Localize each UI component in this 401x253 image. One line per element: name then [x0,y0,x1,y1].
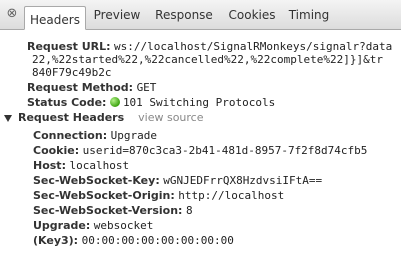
header-name: Cookie: [33,144,80,157]
status-code-value: 101 Switching Protocols [122,96,276,109]
request-url-continuation: 22,%22started%22,%22cancelled%22,%22comp… [32,53,383,66]
status-code-row: Status Code: 101 Switching Protocols [27,96,275,110]
header-name: Sec-WebSocket-Key: [33,174,160,187]
request-method-row: Request Method: GET [27,81,156,95]
disclosure-triangle-icon[interactable] [4,114,12,122]
header-value: localhost [69,159,130,172]
header-row: (Key3): 00:00:00:00:00:00:00:00 [33,234,234,248]
header-value: wGNJEDFrrQX8HzdvsiIFtA== [163,174,323,187]
request-url-row: Request URL: ws://localhost/SignalRMonke… [27,40,392,54]
header-row: Host: localhost [33,159,129,173]
header-name: Host: [33,159,66,172]
header-name: Sec-WebSocket-Origin: [33,189,175,202]
header-value: 00:00:00:00:00:00:00:00 [81,234,234,247]
header-value: http://localhost [178,189,285,202]
tab-response[interactable]: Response [150,0,218,29]
tab-bar: ⊗ Headers Preview Response Cookies Timin… [0,0,401,30]
view-source-link[interactable]: view source [138,111,203,124]
tab-preview[interactable]: Preview [90,0,144,29]
header-row: Sec-WebSocket-Key: wGNJEDFrrQX8HzdvsiIFt… [33,174,322,188]
request-headers-section[interactable]: Request Headers view source [4,111,204,125]
headers-panel: Request URL: ws://localhost/SignalRMonke… [0,30,401,253]
header-value: Upgrade [110,129,157,142]
status-code-label: Status Code: [27,96,107,109]
header-row: Cookie: userid=870c3ca3-2b41-481d-8957-7… [33,144,367,158]
header-value: userid=870c3ca3-2b41-481d-8957-7f2f8d74c… [82,144,368,157]
header-name: (Key3): [33,234,79,247]
tab-cookies[interactable]: Cookies [224,0,280,29]
status-ok-icon [109,97,120,107]
header-row: Sec-WebSocket-Origin: http://localhost [33,189,284,203]
header-name: Upgrade: [33,219,91,232]
tab-headers[interactable]: Headers [24,6,86,30]
request-headers-title: Request Headers [18,111,125,124]
header-row: Sec-WebSocket-Version: 8 [33,204,193,218]
header-value: websocket [93,219,154,232]
request-method-value: GET [136,81,157,94]
request-url-continuation: 840F79c49b2c [32,66,112,79]
request-url-value: ws://localhost/SignalRMonkeys/signalr?da… [114,40,393,53]
header-value: 8 [185,204,193,217]
request-url-label: Request URL: [27,40,111,53]
header-name: Connection: [33,129,108,142]
header-name: Sec-WebSocket-Version: [33,204,183,217]
close-icon[interactable]: ⊗ [4,6,20,22]
header-row: Upgrade: websocket [33,219,153,233]
request-method-label: Request Method: [27,81,134,94]
header-row: Connection: Upgrade [33,129,157,143]
tab-timing[interactable]: Timing [286,0,332,29]
